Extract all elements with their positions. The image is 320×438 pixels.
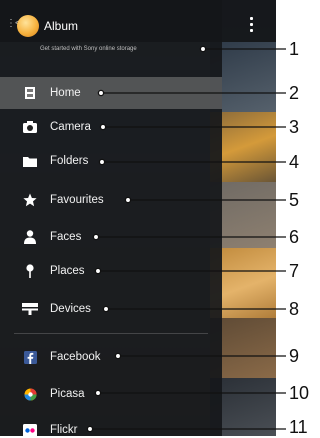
menu-item-camera[interactable]: Camera xyxy=(0,111,222,143)
app-title: Album xyxy=(44,19,79,33)
callout-number: 2 xyxy=(289,83,300,103)
menu-item-label: Camera xyxy=(50,121,91,133)
callout-number: 8 xyxy=(289,299,300,319)
callout-number: 5 xyxy=(289,190,300,210)
callout-number: 4 xyxy=(289,152,300,172)
callout-number: 1 xyxy=(289,39,300,59)
menu-item-label: Places xyxy=(50,265,85,277)
folder-icon xyxy=(22,153,38,169)
album-app-icon[interactable] xyxy=(17,15,39,37)
action-bar: ⋮< Album xyxy=(0,0,276,42)
callout-number: 6 xyxy=(289,227,300,247)
menu-item-label: Folders xyxy=(50,155,89,167)
place-pin-icon xyxy=(22,263,38,279)
menu-item-label: Flickr xyxy=(50,424,78,436)
menu-item-favourites[interactable]: Favourites xyxy=(0,184,222,216)
callout-number: 11 xyxy=(289,417,308,437)
facebook-icon xyxy=(22,349,38,365)
menu-item-label: Faces xyxy=(50,231,82,243)
menu-item-faces[interactable]: Faces xyxy=(0,221,222,253)
menu-item-folders[interactable]: Folders xyxy=(0,145,222,177)
menu-item-label: Facebook xyxy=(50,351,101,363)
menu-item-home[interactable]: Home xyxy=(0,77,222,109)
callout-number: 7 xyxy=(289,261,300,281)
camera-icon xyxy=(22,119,38,135)
menu-item-places[interactable]: Places xyxy=(0,255,222,287)
callout-number: 3 xyxy=(289,117,300,137)
person-icon xyxy=(22,229,38,245)
menu-item-label: Home xyxy=(50,87,81,99)
menu-item-label: Favourites xyxy=(50,194,104,206)
menu-item-flickr[interactable]: Flickr xyxy=(0,414,222,436)
account-row[interactable]: Get started with Sony online storage xyxy=(0,42,222,62)
menu-item-label: Picasa xyxy=(50,388,85,400)
callout-number: 9 xyxy=(289,346,300,366)
menu-item-picasa[interactable]: Picasa xyxy=(0,378,222,410)
picasa-icon xyxy=(22,386,38,402)
menu-item-facebook[interactable]: Facebook xyxy=(0,341,222,373)
callout-number: 10 xyxy=(289,383,310,403)
overflow-menu-icon[interactable] xyxy=(250,17,254,35)
account-setup-text: Get started with Sony online storage xyxy=(40,46,137,52)
menu-divider xyxy=(14,333,208,334)
home-icon xyxy=(22,85,38,101)
menu-item-devices[interactable]: Devices xyxy=(0,293,222,325)
menu-item-label: Devices xyxy=(50,303,91,315)
phone-screen: Get started with Sony online storage Hom… xyxy=(0,0,276,436)
flickr-icon xyxy=(22,422,38,436)
devices-icon xyxy=(22,301,38,317)
navigation-drawer: Get started with Sony online storage Hom… xyxy=(0,0,222,436)
star-icon xyxy=(22,192,38,208)
